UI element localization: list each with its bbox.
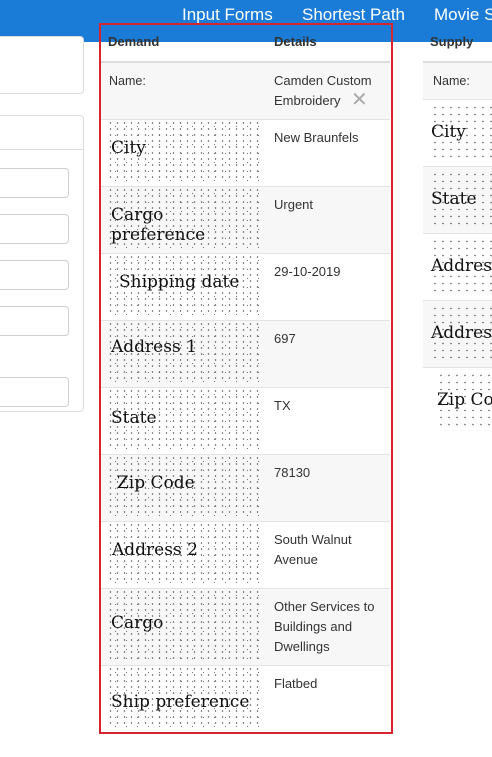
name-label: Name: — [109, 74, 146, 88]
table-row: Zip Code 78130 — [101, 455, 390, 522]
left-input-2[interactable] — [0, 214, 69, 244]
row-value: 29-10-2019 — [274, 264, 341, 279]
supply-name-label: Name: — [433, 74, 470, 88]
table-row: State TX — [101, 388, 390, 455]
captcha-label: Zip Code — [437, 372, 492, 426]
left-input-1[interactable] — [0, 168, 69, 198]
table-row: City New Braunfels — [101, 120, 390, 187]
left-input-4[interactable] — [0, 306, 69, 336]
captcha-label: Cargo — [107, 589, 261, 659]
captcha-label: State — [431, 171, 492, 229]
table-row: Ship preference Flatbed — [101, 666, 390, 732]
left-panel-top — [0, 36, 84, 94]
list-item: Address — [423, 301, 492, 368]
nav-input-forms[interactable]: Input Forms — [182, 5, 273, 25]
list-item: Zip Code — [423, 368, 492, 426]
table-row: Cargo preference Urgent — [101, 187, 390, 254]
captcha-label: Address — [431, 238, 492, 296]
row-value: New Braunfels — [274, 130, 359, 145]
details-header: Details — [274, 34, 317, 49]
row-value: Flatbed — [274, 676, 318, 691]
row-value: Urgent — [274, 197, 314, 212]
table-row: Address 1 697 — [101, 321, 390, 388]
close-icon[interactable]: ✕ — [351, 90, 368, 110]
nav-shortest-path[interactable]: Shortest Path — [302, 5, 405, 25]
row-value: TX — [274, 398, 291, 413]
table-row: Shipping date 29-10-2019 — [101, 254, 390, 321]
captcha-label: State — [107, 388, 261, 450]
row-value: Other Services to Buildings and Dwelling… — [274, 599, 375, 654]
captcha-label: City — [107, 120, 261, 182]
demand-header: Demand — [108, 34, 160, 49]
captcha-label: Shipping date — [107, 254, 261, 316]
panel-divider — [0, 149, 83, 150]
table-row: Address 2 South Walnut Avenue — [101, 522, 390, 589]
list-item: Address — [423, 234, 492, 301]
captcha-label: Cargo preference — [107, 187, 261, 249]
supply-header: Supply — [430, 34, 474, 49]
captcha-label: Address 1 — [107, 321, 261, 383]
supply-row-name: Name: — [423, 63, 492, 100]
captcha-label: City — [431, 104, 492, 162]
table-row: Cargo Other Services to Buildings and Dw… — [101, 589, 390, 666]
list-item: City — [423, 100, 492, 167]
left-input-5[interactable] — [0, 377, 69, 407]
captcha-label: Address — [431, 305, 492, 363]
table-row-name: Name: Camden Custom Embroidery ✕ — [101, 63, 390, 120]
name-value: Camden Custom Embroidery — [274, 73, 372, 108]
left-input-3[interactable] — [0, 260, 69, 290]
row-value: 697 — [274, 331, 296, 346]
nav-movie[interactable]: Movie S — [434, 5, 492, 25]
captcha-label: Ship preference — [107, 666, 261, 728]
captcha-label: Address 2 — [107, 522, 261, 584]
captcha-label: Zip Code — [107, 455, 261, 517]
row-value: 78130 — [274, 465, 311, 480]
list-item: State — [423, 167, 492, 234]
row-value: South Walnut Avenue — [274, 532, 352, 567]
